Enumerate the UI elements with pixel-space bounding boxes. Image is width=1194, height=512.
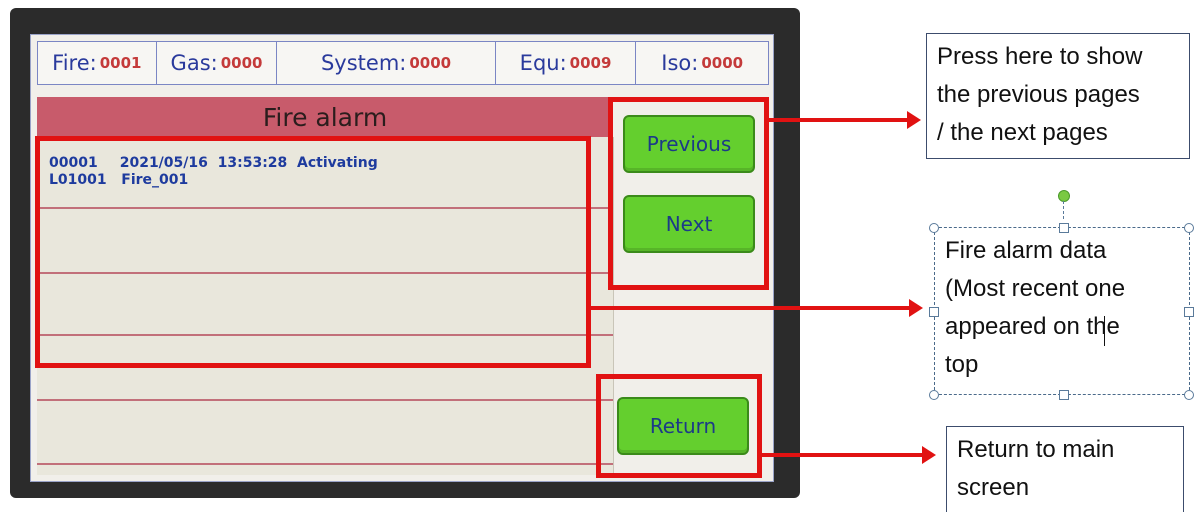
resize-handle-icon[interactable]: [929, 390, 939, 400]
callout-line: the previous pages: [937, 81, 1140, 108]
resize-handle-icon[interactable]: [1184, 390, 1194, 400]
row-divider: [37, 463, 613, 465]
row-divider: [37, 399, 613, 401]
status-equ-label: Equ: [519, 51, 560, 75]
status-gas[interactable]: Gas:0000: [157, 42, 278, 84]
return-callout: Return to main screen: [946, 426, 1184, 512]
resize-handle-icon[interactable]: [1184, 307, 1194, 317]
callout-line: Press here to show: [937, 43, 1143, 70]
data-highlight-box: [35, 136, 591, 368]
status-fire-sep: :: [89, 51, 97, 75]
status-system-sep: :: [399, 51, 407, 75]
panel-title: Fire alarm: [262, 102, 388, 132]
status-equ[interactable]: Equ:0009: [496, 42, 637, 84]
status-iso[interactable]: Iso:0000: [636, 42, 768, 84]
rotate-stem: [1063, 201, 1064, 219]
paging-callout: Press here to show the previous pages / …: [926, 33, 1190, 159]
panel-title-bar: Fire alarm: [37, 97, 613, 137]
status-iso-sep: :: [691, 51, 699, 75]
status-fire[interactable]: Fire:0001: [38, 42, 157, 84]
callout-line: top: [945, 351, 979, 378]
callout-line: / the next pages: [937, 119, 1108, 146]
status-equ-value: 0009: [569, 54, 612, 72]
return-highlight-box: [596, 374, 762, 478]
rotate-handle-icon[interactable]: [1058, 190, 1070, 202]
status-bar: Fire:0001 Gas:0000 System:0000 Equ:0009 …: [37, 41, 769, 85]
status-equ-sep: :: [559, 51, 567, 75]
red-arrow-icon: [769, 111, 921, 129]
status-gas-sep: :: [210, 51, 218, 75]
resize-handle-icon[interactable]: [929, 307, 939, 317]
status-system-label: System: [320, 51, 400, 75]
red-arrow-icon: [762, 446, 936, 464]
red-arrow-icon: [591, 299, 923, 317]
callout-line: screen: [957, 474, 1030, 501]
text-caret: [1104, 316, 1105, 346]
status-fire-label: Fire: [52, 51, 90, 75]
status-fire-value: 0001: [99, 54, 142, 72]
status-iso-value: 0000: [701, 54, 744, 72]
callout-line: Fire alarm data: [945, 237, 1107, 264]
status-system-value: 0000: [409, 54, 452, 72]
callout-line: appeared on the: [945, 313, 1120, 340]
status-iso-label: Iso: [661, 51, 692, 75]
callout-line: Return to main: [957, 436, 1115, 463]
paging-highlight-box: [608, 97, 769, 290]
status-gas-value: 0000: [220, 54, 263, 72]
status-system[interactable]: System:0000: [277, 42, 496, 84]
resize-handle-icon[interactable]: [1059, 223, 1069, 233]
resize-handle-icon[interactable]: [1059, 390, 1069, 400]
resize-handle-icon[interactable]: [929, 223, 939, 233]
data-callout[interactable]: Fire alarm data (Most recent one appeare…: [934, 227, 1190, 395]
callout-line: (Most recent one: [945, 275, 1126, 302]
status-gas-label: Gas: [170, 51, 211, 75]
resize-handle-icon[interactable]: [1184, 223, 1194, 233]
